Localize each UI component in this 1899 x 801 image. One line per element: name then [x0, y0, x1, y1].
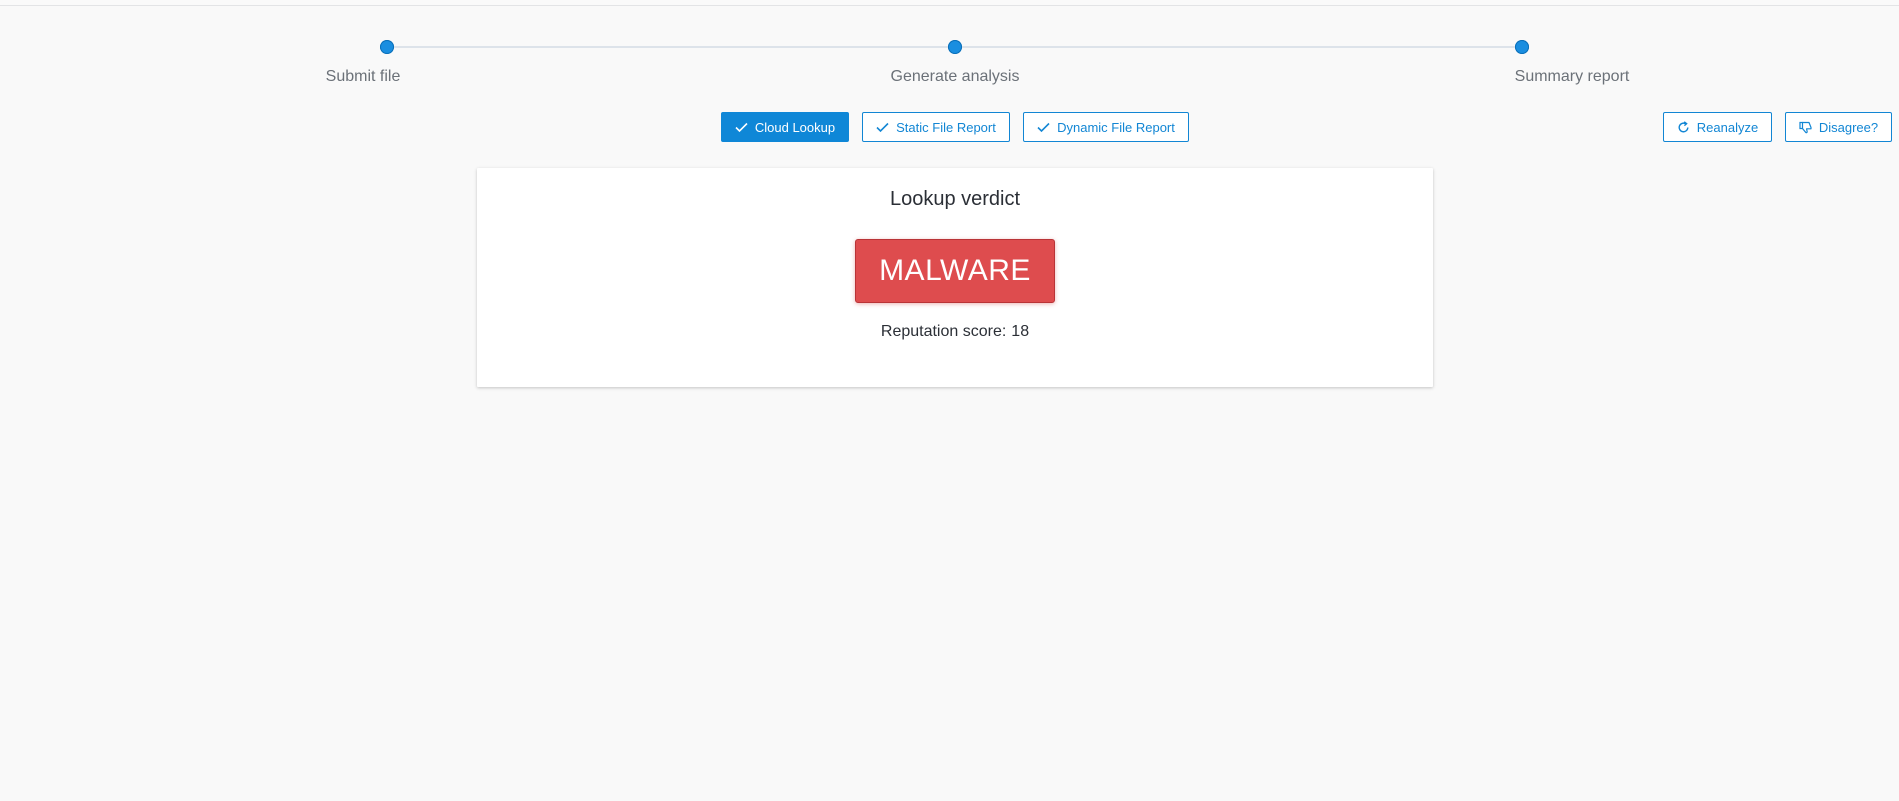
reanalyze-button[interactable]: Reanalyze — [1663, 112, 1772, 142]
reputation-score-label: Reputation score: — [880, 323, 1007, 340]
verdict-badge: MALWARE — [855, 239, 1055, 303]
disagree-button[interactable]: Disagree? — [1785, 112, 1892, 142]
static-file-report-label: Static File Report — [896, 119, 996, 135]
step-connector — [394, 46, 952, 48]
dynamic-file-report-label: Dynamic File Report — [1057, 119, 1175, 135]
step-label-summary-report: Summary report — [1514, 68, 1630, 85]
reputation-score-value: 18 — [1011, 323, 1030, 340]
reputation-score: Reputation score: 18 — [477, 323, 1433, 341]
thumbs-down-icon — [1799, 121, 1812, 134]
dynamic-file-report-button[interactable]: Dynamic File Report — [1023, 112, 1189, 142]
step-marker-submit-file — [380, 40, 394, 54]
check-icon — [876, 122, 889, 133]
progress-stepper: Submit file Generate analysis Summary re… — [0, 0, 1899, 100]
step-marker-generate-analysis — [948, 40, 962, 54]
check-icon — [1037, 122, 1050, 133]
step-label-submit-file: Submit file — [325, 68, 401, 85]
cloud-lookup-button[interactable]: Cloud Lookup — [721, 112, 849, 142]
disagree-label: Disagree? — [1818, 119, 1879, 135]
static-file-report-button[interactable]: Static File Report — [862, 112, 1010, 142]
card-title: Lookup verdict — [889, 188, 1021, 210]
step-label-generate-analysis: Generate analysis — [890, 68, 1020, 85]
refresh-icon — [1677, 120, 1690, 134]
verdict-card: Lookup verdict MALWARE Reputation score:… — [477, 168, 1433, 387]
check-icon — [735, 122, 748, 133]
step-connector — [961, 46, 1521, 48]
reanalyze-label: Reanalyze — [1696, 119, 1759, 135]
cloud-lookup-label: Cloud Lookup — [754, 119, 836, 135]
step-marker-summary-report — [1515, 40, 1529, 54]
